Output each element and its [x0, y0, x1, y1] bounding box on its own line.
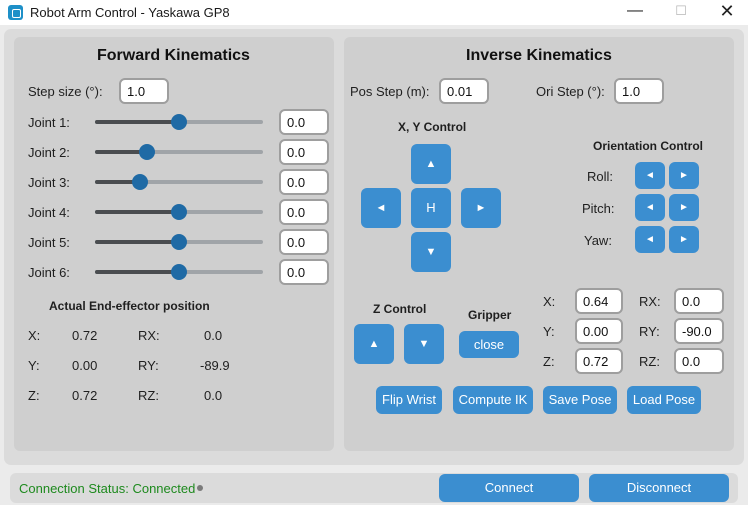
- joint-5-slider-handle[interactable]: [171, 234, 187, 250]
- z-plus-button[interactable]: ▲: [354, 324, 394, 364]
- pos-step-label: Pos Step (m):: [350, 84, 430, 99]
- roll-plus-button[interactable]: ►: [669, 162, 699, 189]
- ik-title: Inverse Kinematics: [466, 47, 612, 64]
- joint-5-slider-fill: [95, 240, 179, 244]
- target-ry-input[interactable]: -90.0: [674, 318, 724, 344]
- joint-6-label: Joint 6:: [28, 265, 70, 280]
- minimize-button[interactable]: —: [612, 0, 658, 25]
- actual-rx-label: RX:: [138, 328, 160, 343]
- actual-rx-value: 0.0: [204, 328, 223, 343]
- actual-x-value: 0.72: [72, 328, 98, 343]
- orientation-control-title: Orientation Control: [593, 139, 703, 153]
- target-ry-label: RY:: [639, 324, 660, 339]
- roll-label: Roll:: [587, 169, 614, 184]
- joint-1-input[interactable]: 0.0: [279, 109, 329, 135]
- xy-control-title: X, Y Control: [398, 120, 467, 134]
- target-y-label: Y:: [543, 324, 555, 339]
- joint-5-input[interactable]: 0.0: [279, 229, 329, 255]
- yaw-minus-button[interactable]: ◄: [635, 226, 665, 253]
- target-z-label: Z:: [543, 354, 555, 369]
- actual-rz-label: RZ:: [138, 388, 159, 403]
- pos-step-input[interactable]: 0.01: [439, 78, 489, 104]
- gripper-title: Gripper: [468, 308, 512, 322]
- connect-button[interactable]: Connect: [439, 474, 579, 502]
- actual-y-label: Y:: [28, 358, 40, 373]
- target-y-input[interactable]: 0.00: [575, 318, 623, 344]
- joint-4-slider[interactable]: [95, 204, 263, 220]
- actual-x-label: X:: [28, 328, 41, 343]
- yaw-label: Yaw:: [584, 233, 612, 248]
- joint-1-slider-fill: [95, 120, 179, 124]
- joint-6-slider-fill: [95, 270, 179, 274]
- joint-4-input[interactable]: 0.0: [279, 199, 329, 225]
- joint-4-slider-fill: [95, 210, 179, 214]
- joint-6-slider-handle[interactable]: [171, 264, 187, 280]
- joint-1-label: Joint 1:: [28, 115, 70, 130]
- joint-3-input[interactable]: 0.0: [279, 169, 329, 195]
- maximize-button[interactable]: ☐: [658, 0, 704, 25]
- status-indicator-icon: [197, 485, 203, 491]
- app-icon: [8, 5, 23, 20]
- title-bar: Robot Arm Control - Yaskawa GP8 — ☐ ✕: [0, 0, 748, 25]
- pitch-label: Pitch:: [582, 201, 615, 216]
- roll-minus-button[interactable]: ◄: [635, 162, 665, 189]
- pitch-minus-button[interactable]: ◄: [635, 194, 665, 221]
- flip-wrist-button[interactable]: Flip Wrist: [376, 386, 442, 414]
- z-minus-button[interactable]: ▼: [404, 324, 444, 364]
- target-x-input[interactable]: 0.64: [575, 288, 623, 314]
- actual-rz-value: 0.0: [204, 388, 223, 403]
- target-rx-input[interactable]: 0.0: [674, 288, 724, 314]
- joint-6-input[interactable]: 0.0: [279, 259, 329, 285]
- home-button[interactable]: H: [411, 188, 451, 228]
- window-title: Robot Arm Control - Yaskawa GP8: [30, 5, 230, 20]
- target-rz-input[interactable]: 0.0: [674, 348, 724, 374]
- step-size-label: Step size (°):: [28, 84, 103, 99]
- joint-2-label: Joint 2:: [28, 145, 70, 160]
- target-rx-label: RX:: [639, 294, 661, 309]
- target-rz-label: RZ:: [639, 354, 660, 369]
- save-pose-button[interactable]: Save Pose: [543, 386, 617, 414]
- actual-y-value: 0.00: [72, 358, 98, 373]
- load-pose-button[interactable]: Load Pose: [627, 386, 701, 414]
- joint-5-label: Joint 5:: [28, 235, 70, 250]
- joint-2-slider-handle[interactable]: [139, 144, 156, 160]
- y-minus-button[interactable]: ▼: [411, 232, 451, 272]
- close-button[interactable]: ✕: [704, 0, 748, 25]
- joint-2-slider[interactable]: [95, 144, 263, 160]
- joint-3-label: Joint 3:: [28, 175, 70, 190]
- z-control-title: Z Control: [373, 302, 427, 316]
- actual-ry-value: -89.9: [200, 358, 230, 373]
- pitch-plus-button[interactable]: ►: [669, 194, 699, 221]
- joint-6-slider[interactable]: [95, 264, 263, 280]
- connection-status-text: Connection Status: Connected: [19, 481, 196, 496]
- actual-position-title: Actual End-effector position: [49, 299, 210, 313]
- joint-4-label: Joint 4:: [28, 205, 70, 220]
- yaw-plus-button[interactable]: ►: [669, 226, 699, 253]
- target-z-input[interactable]: 0.72: [575, 348, 623, 374]
- compute-ik-button[interactable]: Compute IK: [453, 386, 533, 414]
- ori-step-input[interactable]: 1.0: [614, 78, 664, 104]
- gripper-close-button[interactable]: close: [459, 331, 519, 358]
- disconnect-button[interactable]: Disconnect: [589, 474, 729, 502]
- joint-5-slider[interactable]: [95, 234, 263, 250]
- x-minus-button[interactable]: ◄: [361, 188, 401, 228]
- actual-z-value: 0.72: [72, 388, 98, 403]
- y-plus-button[interactable]: ▲: [411, 144, 451, 184]
- step-size-input[interactable]: 1.0: [119, 78, 169, 104]
- ori-step-label: Ori Step (°):: [536, 84, 605, 99]
- actual-ry-label: RY:: [138, 358, 159, 373]
- joint-3-slider[interactable]: [95, 174, 263, 190]
- x-plus-button[interactable]: ►: [461, 188, 501, 228]
- target-x-label: X:: [543, 294, 556, 309]
- joint-1-slider[interactable]: [95, 114, 263, 130]
- fk-title: Forward Kinematics: [97, 47, 250, 64]
- actual-z-label: Z:: [28, 388, 40, 403]
- joint-1-slider-handle[interactable]: [171, 114, 187, 130]
- joint-4-slider-handle[interactable]: [171, 204, 187, 220]
- joint-2-input[interactable]: 0.0: [279, 139, 329, 165]
